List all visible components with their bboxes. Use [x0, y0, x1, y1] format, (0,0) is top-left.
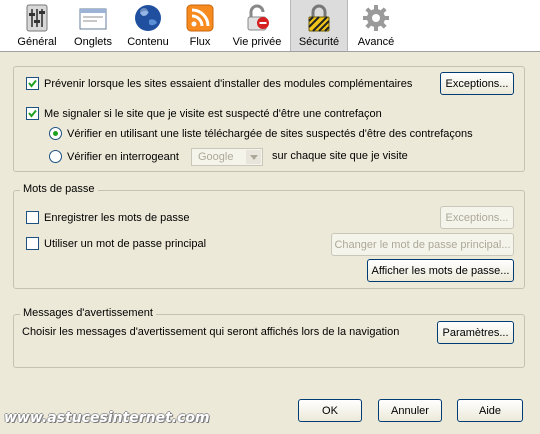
forgery-row: Me signaler si le site que je visite est… — [26, 107, 382, 120]
watermark: www.astucesinternet.com — [4, 410, 210, 426]
chevron-down-icon — [246, 150, 261, 164]
radio-selected-dot — [53, 131, 58, 136]
tab-onglets[interactable]: Onglets — [66, 0, 120, 51]
tab-avance[interactable]: Avancé — [348, 0, 404, 51]
radio-query-suffix-label: sur chaque site que je visite — [272, 150, 408, 162]
tab-onglets-label: Onglets — [74, 36, 112, 48]
forgery-checkbox[interactable] — [26, 107, 39, 120]
warn-addons-checkbox[interactable] — [26, 77, 39, 90]
gear-icon — [361, 3, 391, 33]
privacy-icon — [242, 3, 272, 33]
master-password-row: Utiliser un mot de passe principal — [26, 237, 206, 250]
rss-icon — [185, 3, 215, 33]
tab-securite[interactable]: Sécurité — [290, 0, 348, 51]
tab-general[interactable]: Général — [8, 0, 66, 51]
tab-avance-label: Avancé — [357, 36, 395, 48]
remember-passwords-label: Enregistrer les mots de passe — [44, 211, 190, 224]
checkmark-icon — [28, 79, 37, 88]
checkmark-icon — [28, 109, 37, 118]
radio-list[interactable] — [49, 127, 62, 140]
warnings-description-row: Choisir les messages d'avertissement qui… — [22, 326, 399, 338]
warnings-legend: Messages d'avertissement — [20, 307, 156, 319]
warnings-description: Choisir les messages d'avertissement qui… — [22, 326, 400, 338]
warnings-settings-button[interactable]: Paramètres... — [437, 321, 514, 344]
tab-vie-privee-label: Vie privée — [232, 36, 282, 48]
preferences-toolbar: Général Onglets Contenu Flux Vie privée … — [0, 0, 540, 52]
passwords-exceptions-button[interactable]: Exceptions... — [440, 206, 514, 229]
provider-select[interactable]: Google — [191, 148, 263, 166]
padlock-icon — [304, 3, 334, 33]
ok-button[interactable]: OK — [298, 399, 362, 422]
tab-vie-privee[interactable]: Vie privée — [224, 0, 290, 51]
globe-icon — [133, 3, 163, 33]
remember-passwords-checkbox[interactable] — [26, 211, 39, 224]
radio-query-suffix: sur chaque site que je visite — [272, 150, 408, 162]
cancel-button[interactable]: Annuler — [378, 399, 442, 422]
tab-securite-label: Sécurité — [298, 36, 340, 48]
warn-addons-row: Prévenir lorsque les sites essaient d'in… — [26, 77, 412, 90]
tab-flux[interactable]: Flux — [176, 0, 224, 51]
master-password-label: Utiliser un mot de passe principal — [44, 237, 207, 250]
forgery-label: Me signaler si le site que je visite est… — [44, 107, 382, 120]
radio-query[interactable] — [49, 150, 62, 163]
addons-exceptions-button[interactable]: Exceptions... — [440, 72, 514, 95]
change-master-password-button[interactable]: Changer le mot de passe principal... — [331, 233, 514, 256]
general-icon — [22, 3, 52, 33]
tab-general-label: Général — [17, 36, 57, 48]
tabs-icon — [78, 3, 108, 33]
warn-addons-label: Prévenir lorsque les sites essaient d'in… — [44, 77, 413, 90]
radio-list-row: Vérifier en utilisant une liste téléchar… — [49, 127, 473, 140]
master-password-checkbox[interactable] — [26, 237, 39, 250]
tab-contenu[interactable]: Contenu — [120, 0, 176, 51]
help-button[interactable]: Aide — [457, 399, 523, 422]
remember-passwords-row: Enregistrer les mots de passe — [26, 211, 190, 224]
radio-query-row: Vérifier en interrogeant — [49, 150, 179, 163]
show-passwords-button[interactable]: Afficher les mots de passe... — [367, 259, 514, 282]
tab-flux-label: Flux — [189, 36, 211, 48]
radio-list-label: Vérifier en utilisant une liste téléchar… — [67, 127, 473, 140]
radio-query-label: Vérifier en interrogeant — [67, 150, 179, 163]
passwords-legend: Mots de passe — [20, 183, 98, 195]
tab-contenu-label: Contenu — [127, 36, 169, 48]
provider-value: Google — [198, 151, 234, 163]
